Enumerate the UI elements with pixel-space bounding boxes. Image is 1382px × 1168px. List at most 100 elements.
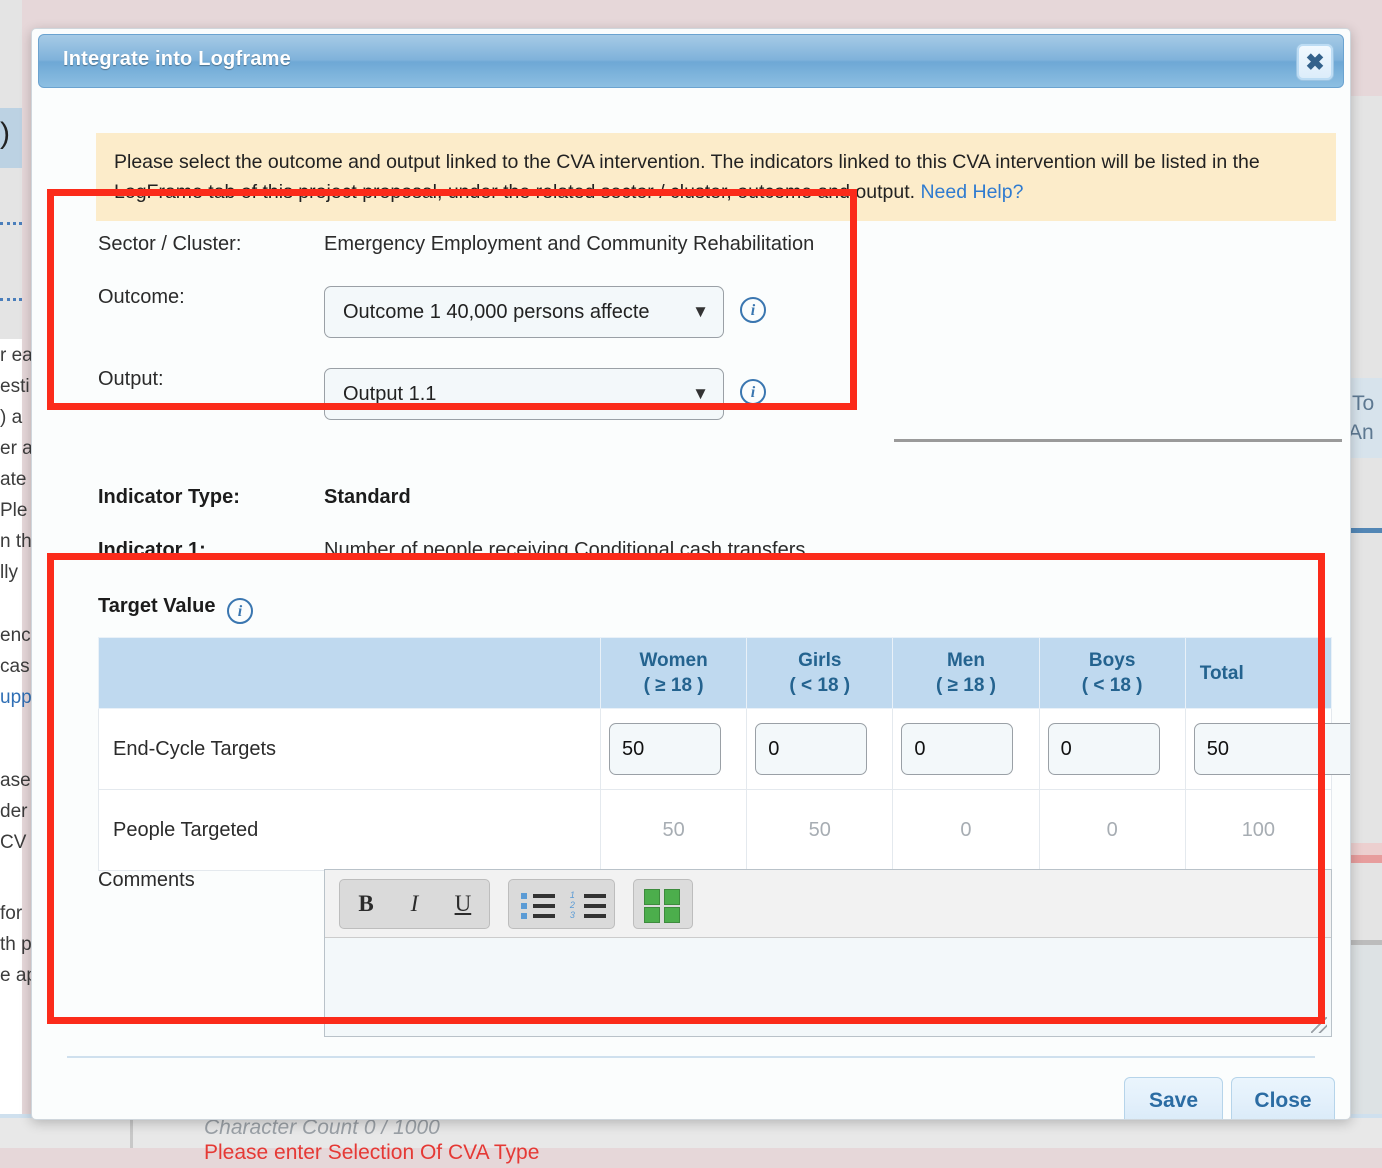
- table-header-men-name: Men: [946, 650, 985, 671]
- cell-end-cycle-men: [892, 708, 1040, 790]
- sector-cluster-label: Sector / Cluster:: [98, 233, 242, 255]
- bg-fragment-12: der: [0, 801, 28, 822]
- people-targeted-men-value: 0: [960, 818, 972, 841]
- chevron-down-icon: ▼: [692, 302, 709, 321]
- end-cycle-boys-input[interactable]: [1047, 723, 1160, 775]
- table-header-total: Total: [1184, 637, 1333, 709]
- table-header-men: Men ( ≥ 18 ): [892, 637, 1040, 709]
- table-header-boys-name: Boys: [1088, 650, 1136, 671]
- table-header-boys-sub: ( < 18 ): [1081, 675, 1143, 696]
- sector-cluster-value: Emergency Employment and Community Rehab…: [324, 233, 815, 255]
- info-notice: Please select the outcome and output lin…: [96, 133, 1336, 221]
- table-header-row: Women ( ≥ 18 ) Girls ( < 18 ) Men ( ≥ 18…: [98, 637, 1333, 709]
- target-value-info-icon[interactable]: i: [227, 598, 254, 624]
- output-info-icon[interactable]: i: [740, 379, 766, 405]
- bg-fragment-4: ate: [0, 469, 27, 490]
- table-row-end-cycle-targets: End-Cycle Targets: [98, 708, 1350, 790]
- bg-right-fragment-1: An: [1348, 421, 1374, 444]
- bg-left-top-grey: [0, 0, 22, 108]
- cell-people-men: 0: [892, 789, 1040, 871]
- integrate-into-logframe-dialog: Integrate into Logframe ✖ Please select …: [31, 28, 1351, 1120]
- bg-fragment-10: upp: [0, 687, 32, 708]
- italic-icon[interactable]: I: [392, 880, 436, 928]
- bg-fragment-11: ase: [0, 770, 31, 791]
- need-help-link[interactable]: Need Help?: [920, 181, 1023, 203]
- table-header-women-sub: ( ≥ 18 ): [643, 675, 704, 696]
- list-group: 1 2 3: [508, 879, 615, 929]
- row-label-end-cycle-targets: End-Cycle Targets: [98, 708, 601, 790]
- bg-fragment-7: lly: [0, 562, 18, 583]
- output-select[interactable]: Output 1.1 ▼: [324, 368, 724, 420]
- bg-fragment-8: enc: [0, 625, 31, 646]
- cell-end-cycle-women: [599, 708, 748, 790]
- outcome-select[interactable]: Outcome 1 40,000 persons affecte ▼: [324, 286, 724, 338]
- info-notice-text: Please select the outcome and output lin…: [114, 151, 1260, 203]
- people-targeted-women-value: 50: [662, 818, 685, 841]
- cell-end-cycle-girls: [746, 708, 894, 790]
- bg-dotted-rule-1: [0, 222, 22, 225]
- outcome-select-value: Outcome 1 40,000 persons affecte: [343, 301, 650, 323]
- table-header-women: Women ( ≥ 18 ): [599, 637, 748, 709]
- close-button[interactable]: Close: [1231, 1077, 1335, 1119]
- bg-fragment-1: esti: [0, 376, 30, 397]
- bold-icon[interactable]: B: [344, 880, 388, 928]
- cell-people-women: 50: [599, 789, 748, 871]
- text-style-group: B I U: [339, 879, 490, 929]
- fullscreen-group: [633, 879, 694, 929]
- footer-divider: [67, 1056, 1315, 1058]
- cell-people-boys: 0: [1038, 789, 1186, 871]
- bg-fragment-13: CV: [0, 832, 27, 853]
- close-icon-glyph: ✖: [1305, 49, 1325, 75]
- save-button[interactable]: Save: [1124, 1077, 1223, 1119]
- target-value-table: Women ( ≥ 18 ) Girls ( < 18 ) Men ( ≥ 18…: [98, 637, 1350, 871]
- indicator-1-label: Indicator 1:: [98, 539, 206, 561]
- bullet-list-icon[interactable]: [513, 880, 559, 928]
- bg-fragment-0: r ea: [0, 345, 33, 366]
- people-targeted-total-value: 100: [1241, 818, 1276, 841]
- bg-fragment-2: ) a: [0, 407, 23, 428]
- end-cycle-girls-input[interactable]: [755, 723, 868, 775]
- bg-right-fragment-0: To: [1352, 392, 1375, 415]
- indicator-type-value: Standard: [324, 486, 411, 508]
- output-select-value: Output 1.1: [343, 383, 437, 405]
- table-header-girls: Girls ( < 18 ): [746, 637, 894, 709]
- cell-people-total: 100: [1184, 789, 1333, 871]
- bg-fragment-5: Ple: [0, 500, 28, 521]
- bg-fragment-14: for: [0, 903, 23, 924]
- comments-label: Comments: [98, 869, 195, 891]
- indicator-1-value: Number of people receiving Conditional c…: [324, 539, 806, 561]
- end-cycle-women-input[interactable]: [609, 723, 721, 775]
- outcome-info-icon[interactable]: i: [740, 297, 766, 323]
- table-header-girls-sub: ( < 18 ): [789, 675, 851, 696]
- bg-validation-message: Please enter Selection Of CVA Type: [204, 1141, 540, 1164]
- end-cycle-men-input[interactable]: [901, 723, 1014, 775]
- bg-dotted-rule-2: [0, 298, 22, 301]
- bg-bottom-divider: [130, 1118, 133, 1148]
- bg-fragment-15: th p: [0, 934, 32, 955]
- close-icon[interactable]: ✖: [1296, 43, 1334, 81]
- table-row-people-targeted: People Targeted 50 50 0 0 100: [98, 789, 1333, 871]
- comments-toolbar: B I U 1 2 3: [325, 870, 1331, 938]
- cell-people-girls: 50: [746, 789, 894, 871]
- target-value-title-text: Target Value: [98, 595, 216, 617]
- cell-end-cycle-boys: [1038, 708, 1186, 790]
- target-value-title: Target Value i: [98, 594, 254, 624]
- underline-icon[interactable]: U: [441, 880, 485, 928]
- fullscreen-icon[interactable]: [640, 880, 686, 928]
- row-label-people-targeted: People Targeted: [98, 789, 601, 871]
- end-cycle-total-input[interactable]: [1193, 723, 1350, 775]
- people-targeted-girls-value: 50: [808, 818, 831, 841]
- comments-textarea[interactable]: [325, 938, 1331, 1036]
- table-header-men-sub: ( ≥ 18 ): [935, 675, 996, 696]
- bg-fragment-3: er a: [0, 438, 33, 459]
- dialog-titlebar: Integrate into Logframe ✖: [38, 34, 1344, 88]
- table-header-blank: [98, 637, 601, 709]
- numbered-list-icon[interactable]: 1 2 3: [564, 880, 610, 928]
- section-divider: [894, 439, 1342, 442]
- bg-fragment-paren: ): [0, 117, 10, 150]
- table-header-women-name: Women: [639, 650, 708, 671]
- indicator-type-label: Indicator Type:: [98, 486, 240, 508]
- outcome-label: Outcome:: [98, 286, 185, 308]
- table-header-total-name: Total: [1199, 662, 1244, 684]
- output-label: Output:: [98, 368, 164, 390]
